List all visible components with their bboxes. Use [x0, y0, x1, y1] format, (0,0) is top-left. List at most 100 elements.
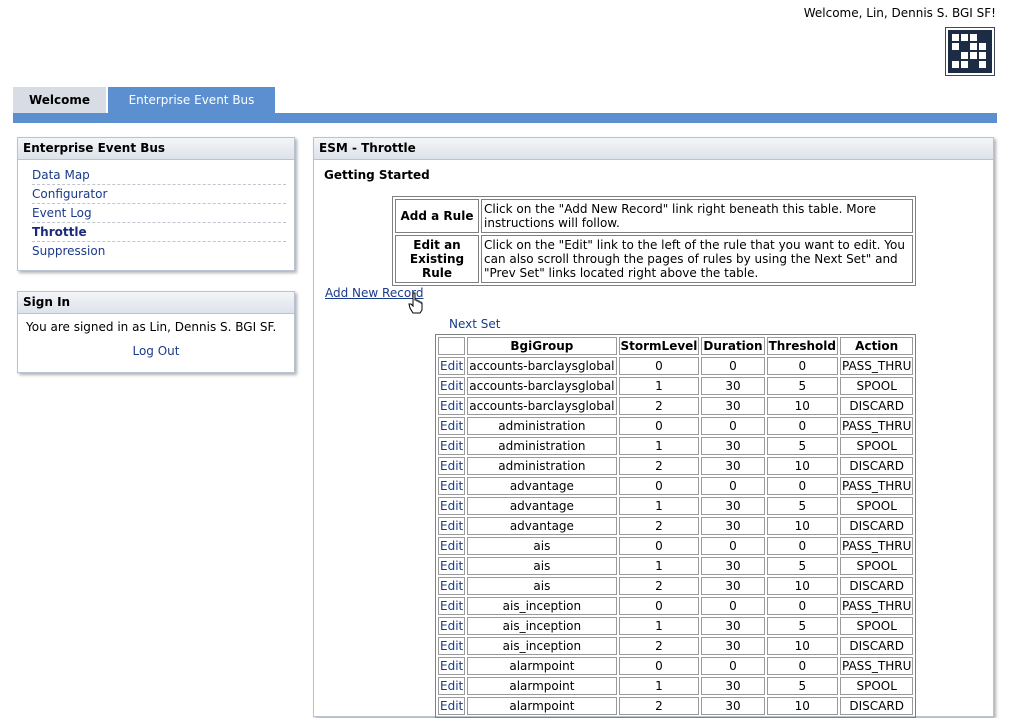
- cell-duration: 30: [701, 697, 765, 715]
- cell-duration: 30: [701, 377, 765, 395]
- cell-bgigroup: ais: [467, 577, 617, 595]
- signin-status: You are signed in as Lin, Dennis S. BGI …: [26, 320, 277, 334]
- edit-link[interactable]: Edit: [438, 557, 466, 575]
- cell-stormlevel: 2: [618, 637, 700, 655]
- cell-stormlevel: 0: [618, 417, 700, 435]
- cell-stormlevel: 2: [618, 517, 700, 535]
- cell-threshold: 5: [766, 497, 838, 515]
- cell-duration: 30: [701, 457, 765, 475]
- table-row: Edit ais 0 0 0 PASS_THRU: [438, 537, 914, 555]
- table-row: Edit alarmpoint 1 30 5 SPOOL: [438, 677, 914, 695]
- help-text: Click on the "Add New Record" link right…: [481, 199, 913, 233]
- cell-action: PASS_THRU: [840, 477, 914, 495]
- cell-threshold: 10: [766, 397, 838, 415]
- edit-link[interactable]: Edit: [438, 677, 466, 695]
- next-set-link[interactable]: Next Set: [449, 317, 500, 331]
- column-header-stormlevel: StormLevel: [618, 337, 700, 355]
- cell-stormlevel: 1: [618, 497, 700, 515]
- cell-duration: 30: [701, 637, 765, 655]
- cell-bgigroup: administration: [467, 437, 617, 455]
- cell-stormlevel: 2: [618, 397, 700, 415]
- sidebar-item-suppression[interactable]: Suppression: [32, 242, 286, 261]
- logout-link[interactable]: Log Out: [18, 344, 294, 358]
- cell-bgigroup: ais_inception: [467, 597, 617, 615]
- throttle-rules-table: BgiGroup StormLevel Duration Threshold A…: [435, 334, 917, 718]
- cell-duration: 30: [701, 497, 765, 515]
- sidebar-item-configurator[interactable]: Configurator: [32, 185, 286, 204]
- table-row: Edit alarmpoint 2 30 10 DISCARD: [438, 697, 914, 715]
- table-row: Edit ais_inception 2 30 10 DISCARD: [438, 637, 914, 655]
- edit-link[interactable]: Edit: [438, 477, 466, 495]
- cell-action: DISCARD: [840, 457, 914, 475]
- cell-stormlevel: 1: [618, 677, 700, 695]
- cell-stormlevel: 2: [618, 457, 700, 475]
- hand-pointer-icon: [408, 292, 423, 314]
- tab-welcome[interactable]: Welcome: [13, 87, 107, 113]
- edit-link[interactable]: Edit: [438, 397, 466, 415]
- edit-link[interactable]: Edit: [438, 357, 466, 375]
- sidebar-panel: Enterprise Event Bus Data Map Configurat…: [17, 137, 295, 271]
- sidebar-nav: Data Map Configurator Event Log Throttle…: [32, 166, 286, 261]
- table-header-row: BgiGroup StormLevel Duration Threshold A…: [438, 337, 914, 355]
- cell-duration: 0: [701, 417, 765, 435]
- help-table: Add a Rule Click on the "Add New Record"…: [392, 196, 916, 286]
- cell-action: PASS_THRU: [840, 597, 914, 615]
- cell-threshold: 0: [766, 657, 838, 675]
- cell-threshold: 0: [766, 357, 838, 375]
- edit-link[interactable]: Edit: [438, 457, 466, 475]
- edit-link[interactable]: Edit: [438, 377, 466, 395]
- cell-threshold: 5: [766, 677, 838, 695]
- column-header-action: Action: [840, 337, 914, 355]
- cell-threshold: 10: [766, 637, 838, 655]
- cell-threshold: 5: [766, 617, 838, 635]
- edit-link[interactable]: Edit: [438, 497, 466, 515]
- edit-link[interactable]: Edit: [438, 417, 466, 435]
- cell-action: SPOOL: [840, 497, 914, 515]
- help-text: Click on the "Edit" link to the left of …: [481, 235, 913, 283]
- edit-link[interactable]: Edit: [438, 657, 466, 675]
- cell-bgigroup: alarmpoint: [467, 657, 617, 675]
- edit-link[interactable]: Edit: [438, 577, 466, 595]
- cell-threshold: 10: [766, 697, 838, 715]
- table-row: Edit ais 2 30 10 DISCARD: [438, 577, 914, 595]
- edit-link[interactable]: Edit: [438, 597, 466, 615]
- edit-link[interactable]: Edit: [438, 637, 466, 655]
- cell-stormlevel: 0: [618, 657, 700, 675]
- sidebar-item-data-map[interactable]: Data Map: [32, 166, 286, 185]
- cell-stormlevel: 0: [618, 597, 700, 615]
- cell-stormlevel: 1: [618, 617, 700, 635]
- column-header-duration: Duration: [701, 337, 765, 355]
- tab-enterprise-event-bus[interactable]: Enterprise Event Bus: [108, 87, 275, 113]
- cell-stormlevel: 2: [618, 577, 700, 595]
- cell-duration: 0: [701, 357, 765, 375]
- sidebar-title: Enterprise Event Bus: [18, 138, 294, 160]
- cell-action: SPOOL: [840, 557, 914, 575]
- cell-duration: 0: [701, 537, 765, 555]
- edit-link[interactable]: Edit: [438, 697, 466, 715]
- table-row: Edit ais_inception 1 30 5 SPOOL: [438, 617, 914, 635]
- sidebar-item-throttle[interactable]: Throttle: [32, 223, 286, 242]
- cell-duration: 30: [701, 617, 765, 635]
- sidebar-item-event-log[interactable]: Event Log: [32, 204, 286, 223]
- edit-link[interactable]: Edit: [438, 537, 466, 555]
- cell-threshold: 0: [766, 597, 838, 615]
- cell-bgigroup: administration: [467, 457, 617, 475]
- edit-link[interactable]: Edit: [438, 437, 466, 455]
- cell-action: PASS_THRU: [840, 417, 914, 435]
- main-title: ESM - Throttle: [314, 138, 993, 160]
- cell-duration: 30: [701, 517, 765, 535]
- cell-duration: 30: [701, 557, 765, 575]
- table-row: Edit accounts-barclaysglobal 1 30 5 SPOOL: [438, 377, 914, 395]
- cell-bgigroup: advantage: [467, 497, 617, 515]
- signin-title: Sign In: [18, 292, 294, 314]
- cell-action: SPOOL: [840, 377, 914, 395]
- edit-link[interactable]: Edit: [438, 617, 466, 635]
- cell-duration: 0: [701, 597, 765, 615]
- table-row: Edit alarmpoint 0 0 0 PASS_THRU: [438, 657, 914, 675]
- table-row: Edit advantage 2 30 10 DISCARD: [438, 517, 914, 535]
- welcome-message: Welcome, Lin, Dennis S. BGI SF!: [803, 6, 996, 20]
- cell-action: SPOOL: [840, 677, 914, 695]
- edit-link[interactable]: Edit: [438, 517, 466, 535]
- cell-threshold: 0: [766, 417, 838, 435]
- cell-action: PASS_THRU: [840, 537, 914, 555]
